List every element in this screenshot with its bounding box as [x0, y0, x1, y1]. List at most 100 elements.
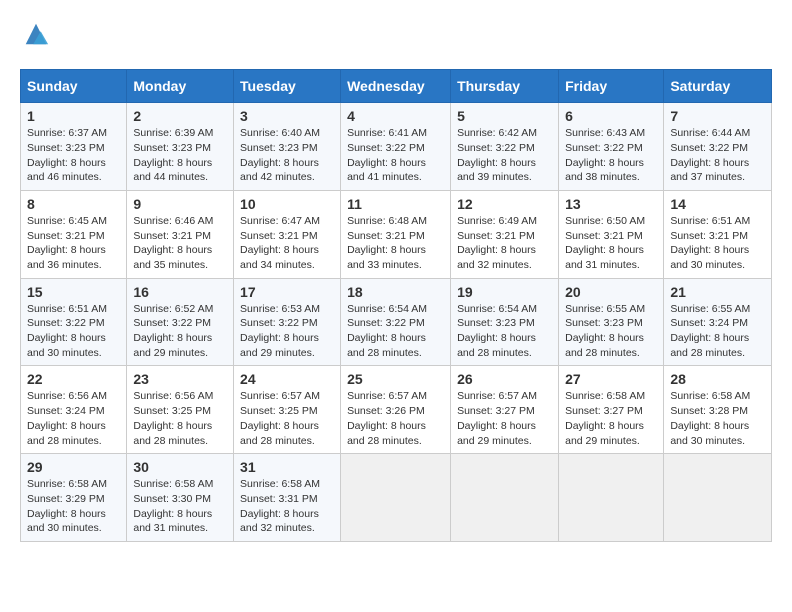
calendar-cell: 8 Sunrise: 6:45 AM Sunset: 3:21 PM Dayli…	[21, 190, 127, 278]
calendar-cell: 20 Sunrise: 6:55 AM Sunset: 3:23 PM Dayl…	[559, 278, 664, 366]
day-number: 31	[240, 459, 334, 475]
calendar-cell: 28 Sunrise: 6:58 AM Sunset: 3:28 PM Dayl…	[664, 366, 772, 454]
day-info: Sunrise: 6:51 AM Sunset: 3:22 PM Dayligh…	[27, 302, 120, 361]
day-number: 7	[670, 108, 765, 124]
day-number: 16	[133, 284, 227, 300]
calendar-cell: 4 Sunrise: 6:41 AM Sunset: 3:22 PM Dayli…	[341, 103, 451, 191]
calendar-week-row: 22 Sunrise: 6:56 AM Sunset: 3:24 PM Dayl…	[21, 366, 772, 454]
col-header-monday: Monday	[127, 70, 234, 103]
day-info: Sunrise: 6:55 AM Sunset: 3:23 PM Dayligh…	[565, 302, 657, 361]
day-info: Sunrise: 6:52 AM Sunset: 3:22 PM Dayligh…	[133, 302, 227, 361]
day-number: 8	[27, 196, 120, 212]
calendar-cell: 15 Sunrise: 6:51 AM Sunset: 3:22 PM Dayl…	[21, 278, 127, 366]
day-info: Sunrise: 6:53 AM Sunset: 3:22 PM Dayligh…	[240, 302, 334, 361]
day-number: 27	[565, 371, 657, 387]
day-info: Sunrise: 6:58 AM Sunset: 3:29 PM Dayligh…	[27, 477, 120, 536]
calendar-cell	[451, 454, 559, 542]
day-number: 11	[347, 196, 444, 212]
day-info: Sunrise: 6:58 AM Sunset: 3:30 PM Dayligh…	[133, 477, 227, 536]
day-info: Sunrise: 6:56 AM Sunset: 3:24 PM Dayligh…	[27, 389, 120, 448]
day-info: Sunrise: 6:56 AM Sunset: 3:25 PM Dayligh…	[133, 389, 227, 448]
calendar-cell	[664, 454, 772, 542]
day-number: 2	[133, 108, 227, 124]
day-number: 18	[347, 284, 444, 300]
day-info: Sunrise: 6:54 AM Sunset: 3:23 PM Dayligh…	[457, 302, 552, 361]
calendar-cell	[559, 454, 664, 542]
calendar-cell: 9 Sunrise: 6:46 AM Sunset: 3:21 PM Dayli…	[127, 190, 234, 278]
col-header-friday: Friday	[559, 70, 664, 103]
day-number: 26	[457, 371, 552, 387]
calendar-week-row: 1 Sunrise: 6:37 AM Sunset: 3:23 PM Dayli…	[21, 103, 772, 191]
calendar-cell: 10 Sunrise: 6:47 AM Sunset: 3:21 PM Dayl…	[234, 190, 341, 278]
day-number: 12	[457, 196, 552, 212]
calendar-cell: 5 Sunrise: 6:42 AM Sunset: 3:22 PM Dayli…	[451, 103, 559, 191]
day-number: 10	[240, 196, 334, 212]
day-number: 22	[27, 371, 120, 387]
col-header-saturday: Saturday	[664, 70, 772, 103]
day-info: Sunrise: 6:39 AM Sunset: 3:23 PM Dayligh…	[133, 126, 227, 185]
day-info: Sunrise: 6:37 AM Sunset: 3:23 PM Dayligh…	[27, 126, 120, 185]
day-info: Sunrise: 6:51 AM Sunset: 3:21 PM Dayligh…	[670, 214, 765, 273]
day-number: 30	[133, 459, 227, 475]
day-info: Sunrise: 6:40 AM Sunset: 3:23 PM Dayligh…	[240, 126, 334, 185]
day-info: Sunrise: 6:57 AM Sunset: 3:27 PM Dayligh…	[457, 389, 552, 448]
day-info: Sunrise: 6:57 AM Sunset: 3:25 PM Dayligh…	[240, 389, 334, 448]
calendar-cell: 14 Sunrise: 6:51 AM Sunset: 3:21 PM Dayl…	[664, 190, 772, 278]
calendar-cell: 1 Sunrise: 6:37 AM Sunset: 3:23 PM Dayli…	[21, 103, 127, 191]
calendar-table: SundayMondayTuesdayWednesdayThursdayFrid…	[20, 69, 772, 542]
day-number: 25	[347, 371, 444, 387]
day-number: 24	[240, 371, 334, 387]
day-info: Sunrise: 6:43 AM Sunset: 3:22 PM Dayligh…	[565, 126, 657, 185]
calendar-cell	[341, 454, 451, 542]
calendar-week-row: 8 Sunrise: 6:45 AM Sunset: 3:21 PM Dayli…	[21, 190, 772, 278]
calendar-cell: 19 Sunrise: 6:54 AM Sunset: 3:23 PM Dayl…	[451, 278, 559, 366]
logo-icon	[22, 20, 50, 48]
calendar-cell: 18 Sunrise: 6:54 AM Sunset: 3:22 PM Dayl…	[341, 278, 451, 366]
day-info: Sunrise: 6:42 AM Sunset: 3:22 PM Dayligh…	[457, 126, 552, 185]
calendar-week-row: 29 Sunrise: 6:58 AM Sunset: 3:29 PM Dayl…	[21, 454, 772, 542]
calendar-cell: 2 Sunrise: 6:39 AM Sunset: 3:23 PM Dayli…	[127, 103, 234, 191]
day-number: 6	[565, 108, 657, 124]
calendar-cell: 27 Sunrise: 6:58 AM Sunset: 3:27 PM Dayl…	[559, 366, 664, 454]
calendar-week-row: 15 Sunrise: 6:51 AM Sunset: 3:22 PM Dayl…	[21, 278, 772, 366]
day-info: Sunrise: 6:44 AM Sunset: 3:22 PM Dayligh…	[670, 126, 765, 185]
day-number: 17	[240, 284, 334, 300]
calendar-cell: 11 Sunrise: 6:48 AM Sunset: 3:21 PM Dayl…	[341, 190, 451, 278]
calendar-cell: 16 Sunrise: 6:52 AM Sunset: 3:22 PM Dayl…	[127, 278, 234, 366]
day-number: 19	[457, 284, 552, 300]
day-number: 23	[133, 371, 227, 387]
day-info: Sunrise: 6:54 AM Sunset: 3:22 PM Dayligh…	[347, 302, 444, 361]
page-header	[20, 20, 772, 53]
day-number: 20	[565, 284, 657, 300]
day-info: Sunrise: 6:41 AM Sunset: 3:22 PM Dayligh…	[347, 126, 444, 185]
day-info: Sunrise: 6:58 AM Sunset: 3:31 PM Dayligh…	[240, 477, 334, 536]
calendar-cell: 24 Sunrise: 6:57 AM Sunset: 3:25 PM Dayl…	[234, 366, 341, 454]
calendar-cell: 12 Sunrise: 6:49 AM Sunset: 3:21 PM Dayl…	[451, 190, 559, 278]
calendar-cell: 23 Sunrise: 6:56 AM Sunset: 3:25 PM Dayl…	[127, 366, 234, 454]
calendar-cell: 25 Sunrise: 6:57 AM Sunset: 3:26 PM Dayl…	[341, 366, 451, 454]
calendar-cell: 13 Sunrise: 6:50 AM Sunset: 3:21 PM Dayl…	[559, 190, 664, 278]
col-header-sunday: Sunday	[21, 70, 127, 103]
day-number: 13	[565, 196, 657, 212]
logo	[20, 20, 50, 53]
day-info: Sunrise: 6:46 AM Sunset: 3:21 PM Dayligh…	[133, 214, 227, 273]
calendar-cell: 30 Sunrise: 6:58 AM Sunset: 3:30 PM Dayl…	[127, 454, 234, 542]
day-number: 3	[240, 108, 334, 124]
day-info: Sunrise: 6:45 AM Sunset: 3:21 PM Dayligh…	[27, 214, 120, 273]
day-info: Sunrise: 6:48 AM Sunset: 3:21 PM Dayligh…	[347, 214, 444, 273]
day-info: Sunrise: 6:57 AM Sunset: 3:26 PM Dayligh…	[347, 389, 444, 448]
day-number: 4	[347, 108, 444, 124]
day-info: Sunrise: 6:58 AM Sunset: 3:28 PM Dayligh…	[670, 389, 765, 448]
calendar-cell: 29 Sunrise: 6:58 AM Sunset: 3:29 PM Dayl…	[21, 454, 127, 542]
day-info: Sunrise: 6:58 AM Sunset: 3:27 PM Dayligh…	[565, 389, 657, 448]
calendar-cell: 21 Sunrise: 6:55 AM Sunset: 3:24 PM Dayl…	[664, 278, 772, 366]
day-number: 5	[457, 108, 552, 124]
day-number: 15	[27, 284, 120, 300]
col-header-tuesday: Tuesday	[234, 70, 341, 103]
day-number: 28	[670, 371, 765, 387]
calendar-cell: 7 Sunrise: 6:44 AM Sunset: 3:22 PM Dayli…	[664, 103, 772, 191]
calendar-cell: 31 Sunrise: 6:58 AM Sunset: 3:31 PM Dayl…	[234, 454, 341, 542]
calendar-cell: 6 Sunrise: 6:43 AM Sunset: 3:22 PM Dayli…	[559, 103, 664, 191]
logo-text	[20, 20, 50, 53]
day-number: 9	[133, 196, 227, 212]
